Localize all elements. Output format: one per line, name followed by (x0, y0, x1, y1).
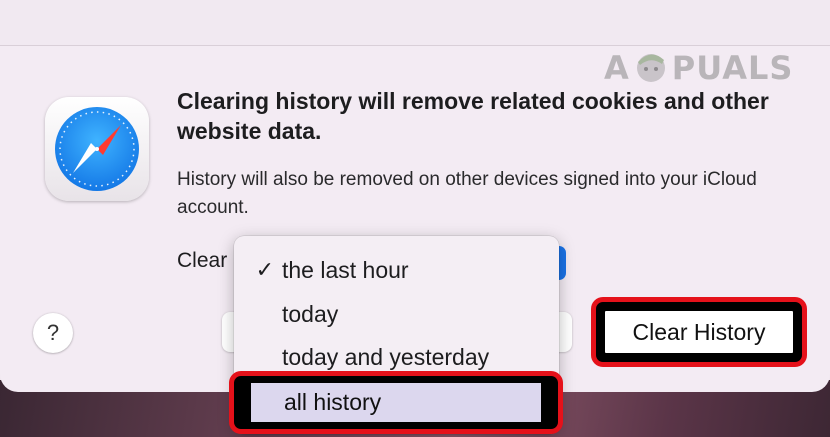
menu-item-last-hour[interactable]: ✓ the last hour (234, 250, 559, 290)
safari-app-icon (45, 97, 149, 201)
all-history-highlight: all history (229, 371, 563, 434)
background-window-strip (0, 0, 830, 46)
menu-item-label: the last hour (282, 256, 409, 283)
safari-compass-icon (55, 107, 139, 191)
menu-item-label: today and yesterday (282, 343, 490, 370)
watermark-mascot-icon (632, 48, 670, 88)
clear-history-button[interactable]: Clear History (603, 309, 795, 355)
menu-item-label: today (282, 300, 339, 327)
menu-item-today[interactable]: today (234, 294, 559, 334)
help-button[interactable]: ? (33, 313, 73, 353)
clear-range-label: Clear (177, 249, 228, 272)
watermark-left: A (604, 49, 630, 87)
dialog-subtext: History will also be removed on other de… (177, 169, 757, 218)
dialog-headline: Clearing history will remove related coo… (177, 88, 769, 144)
clear-history-highlight: Clear History (591, 297, 807, 367)
menu-item-all-history[interactable]: all history (250, 382, 542, 423)
checkmark-icon: ✓ (255, 257, 274, 282)
menu-item-label: all history (284, 389, 382, 415)
watermark-right: PUALS (671, 49, 794, 87)
appuals-watermark: A PUALS (604, 46, 793, 90)
